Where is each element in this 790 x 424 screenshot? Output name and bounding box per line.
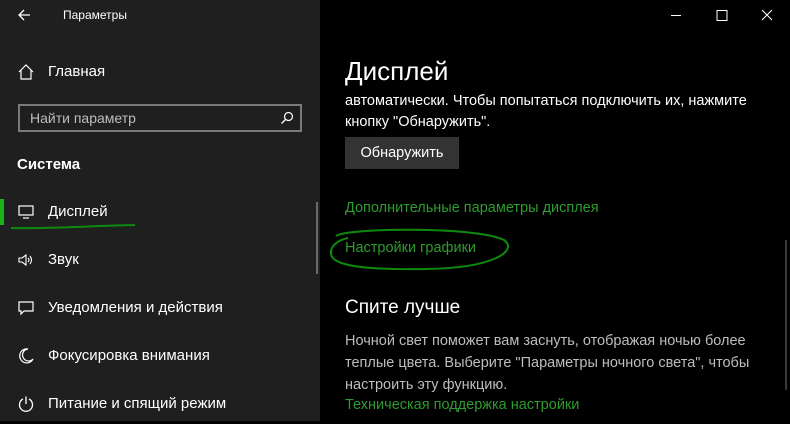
sidebar-item-focus[interactable]: Фокусировка внимания [0, 336, 320, 376]
search-placeholder: Найти параметр [30, 110, 136, 126]
intro-text-line1: автоматически. Чтобы попытаться подключи… [345, 93, 747, 109]
sidebar-item-notifications[interactable]: Уведомления и действия [0, 288, 320, 328]
annotation-circle [329, 228, 509, 271]
sidebar-item-sound[interactable]: Звук [0, 240, 320, 280]
sidebar-item-label: Фокусировка внимания [48, 347, 210, 364]
power-icon [17, 395, 35, 413]
close-icon [761, 9, 773, 21]
sidebar-item-label: Дисплей [48, 203, 108, 220]
notification-icon [17, 299, 35, 317]
monitor-icon [17, 203, 35, 221]
sleep-description: Ночной свет поможет вам заснуть, отображ… [345, 333, 750, 393]
main-scrollbar[interactable] [785, 240, 787, 390]
sidebar-item-label: Питание и спящий режим [48, 395, 227, 412]
minimize-button[interactable] [653, 0, 699, 32]
speaker-icon [17, 251, 35, 269]
maximize-button[interactable] [699, 0, 745, 32]
search-input[interactable]: Найти параметр [18, 104, 302, 132]
minimize-icon [671, 15, 681, 16]
annotation-underline [10, 224, 136, 230]
sidebar-item-label: Главная [48, 63, 106, 80]
home-icon [17, 63, 35, 81]
detect-button[interactable]: Обнаружить [345, 137, 459, 169]
app-title: Параметры [63, 8, 127, 22]
search-icon [280, 111, 294, 125]
intro-text-line2: кнопку "Обнаружить". [345, 114, 491, 130]
sleep-heading: Спите лучше [345, 297, 461, 318]
link-advanced-display[interactable]: Дополнительные параметры дисплея [345, 200, 599, 216]
sidebar-item-power[interactable]: Питание и спящий режим [0, 384, 320, 424]
back-button[interactable] [14, 4, 36, 26]
maximize-icon [716, 10, 728, 21]
sidebar-scrollbar[interactable] [316, 202, 318, 274]
sidebar-item-label: Звук [48, 251, 79, 268]
sidebar-item-home[interactable]: Главная [0, 52, 320, 92]
back-arrow-icon [18, 9, 30, 21]
close-button[interactable] [744, 0, 790, 32]
moon-icon [17, 347, 35, 365]
section-title: Система [17, 156, 81, 173]
sidebar-item-label: Уведомления и действия [48, 299, 223, 316]
page-title: Дисплей [345, 56, 449, 86]
link-support[interactable]: Техническая поддержка настройки [345, 397, 579, 413]
sidebar: Параметры Главная Найти параметр Система… [0, 0, 320, 421]
